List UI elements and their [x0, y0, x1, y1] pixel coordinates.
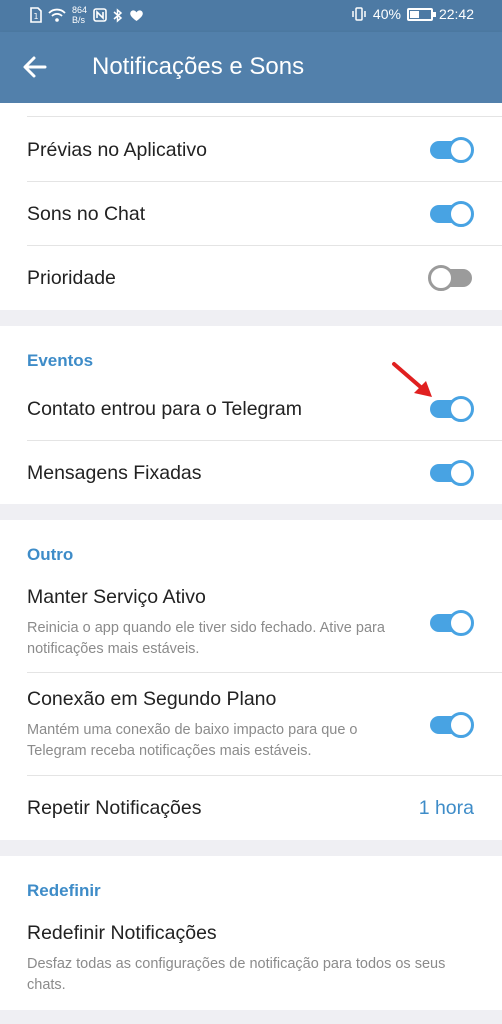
network-speed-unit: B/s	[72, 15, 86, 25]
nfc-icon	[93, 8, 107, 22]
settings-row-repeat-notifications[interactable]: Repetir Notificações 1 hora	[0, 775, 502, 840]
row-label: Contato entrou para o Telegram	[27, 398, 302, 420]
battery-percent: 40%	[372, 6, 401, 22]
page-title: Notificações e Sons	[92, 53, 305, 80]
row-description: Desfaz todas as configurações de notific…	[27, 956, 446, 993]
row-label: Prioridade	[27, 267, 116, 289]
other-card: Outro Manter Serviço Ativo Reinicia o ap…	[0, 520, 502, 840]
chat-sounds-toggle[interactable]	[430, 198, 474, 228]
row-description: Reinicia o app quando ele tiver sido fec…	[27, 620, 385, 657]
row-label: Conexão em Segundo Plano	[27, 688, 277, 710]
annotation-arrow-icon	[392, 362, 432, 397]
row-label: Mensagens Fixadas	[27, 462, 202, 484]
section-title-reset: Redefinir	[27, 881, 101, 900]
row-label: Sons no Chat	[27, 203, 146, 225]
section-title-other: Outro	[27, 545, 74, 564]
bluetooth-icon	[113, 7, 123, 23]
vibrate-icon	[352, 7, 366, 21]
row-label: Manter Serviço Ativo	[27, 586, 206, 608]
settings-row-in-app-previews[interactable]: Prévias no Aplicativo	[0, 117, 502, 181]
row-description: Mantém uma conexão de baixo impacto para…	[27, 722, 358, 759]
settings-row-reset-notifications[interactable]: Redefinir Notificações Desfaz todas as c…	[0, 906, 502, 1010]
events-card: Eventos Contato entrou para o Telegram M…	[0, 326, 502, 504]
background-connection-toggle[interactable]	[430, 709, 474, 739]
svg-text:1: 1	[34, 12, 39, 21]
battery-icon	[406, 7, 436, 21]
settings-row-background-connection[interactable]: Conexão em Segundo Plano Mantém uma cone…	[0, 672, 502, 775]
wifi-icon	[48, 8, 66, 22]
section-title-events: Eventos	[27, 351, 94, 370]
settings-row-chat-sounds[interactable]: Sons no Chat	[0, 181, 502, 245]
row-label: Redefinir Notificações	[27, 922, 217, 944]
settings-row-keep-alive[interactable]: Manter Serviço Ativo Reinicia o app quan…	[0, 570, 502, 672]
app-bar: Notificações e Sons	[0, 32, 502, 103]
notifications-card: Prévias no Aplicativo Sons no Chat Prior…	[0, 103, 502, 310]
row-label: Prévias no Aplicativo	[27, 139, 207, 161]
pinned-messages-toggle[interactable]	[430, 457, 474, 487]
network-speed: 864 B/s	[72, 5, 87, 25]
network-speed-value: 864	[72, 5, 88, 15]
back-arrow-icon[interactable]	[20, 52, 50, 82]
in-app-previews-toggle[interactable]	[430, 134, 474, 164]
repeat-notifications-value: 1 hora	[418, 797, 474, 819]
row-label: Repetir Notificações	[27, 797, 202, 819]
status-left-icons: 1 864 B/s	[30, 5, 144, 25]
status-right-icons: 40% 22:42	[351, 6, 474, 22]
clock: 22:42	[438, 6, 474, 22]
keep-alive-toggle[interactable]	[430, 607, 474, 637]
priority-toggle[interactable]	[428, 262, 474, 292]
status-bar: 1 864 B/s 40% 22:42	[0, 0, 502, 32]
reset-card: Redefinir Redefinir Notificações Desfaz …	[0, 856, 502, 1010]
heart-icon	[130, 9, 143, 21]
settings-row-priority[interactable]: Prioridade	[0, 245, 502, 309]
settings-row-pinned-messages[interactable]: Mensagens Fixadas	[0, 440, 502, 504]
sim-icon: 1	[30, 7, 42, 23]
